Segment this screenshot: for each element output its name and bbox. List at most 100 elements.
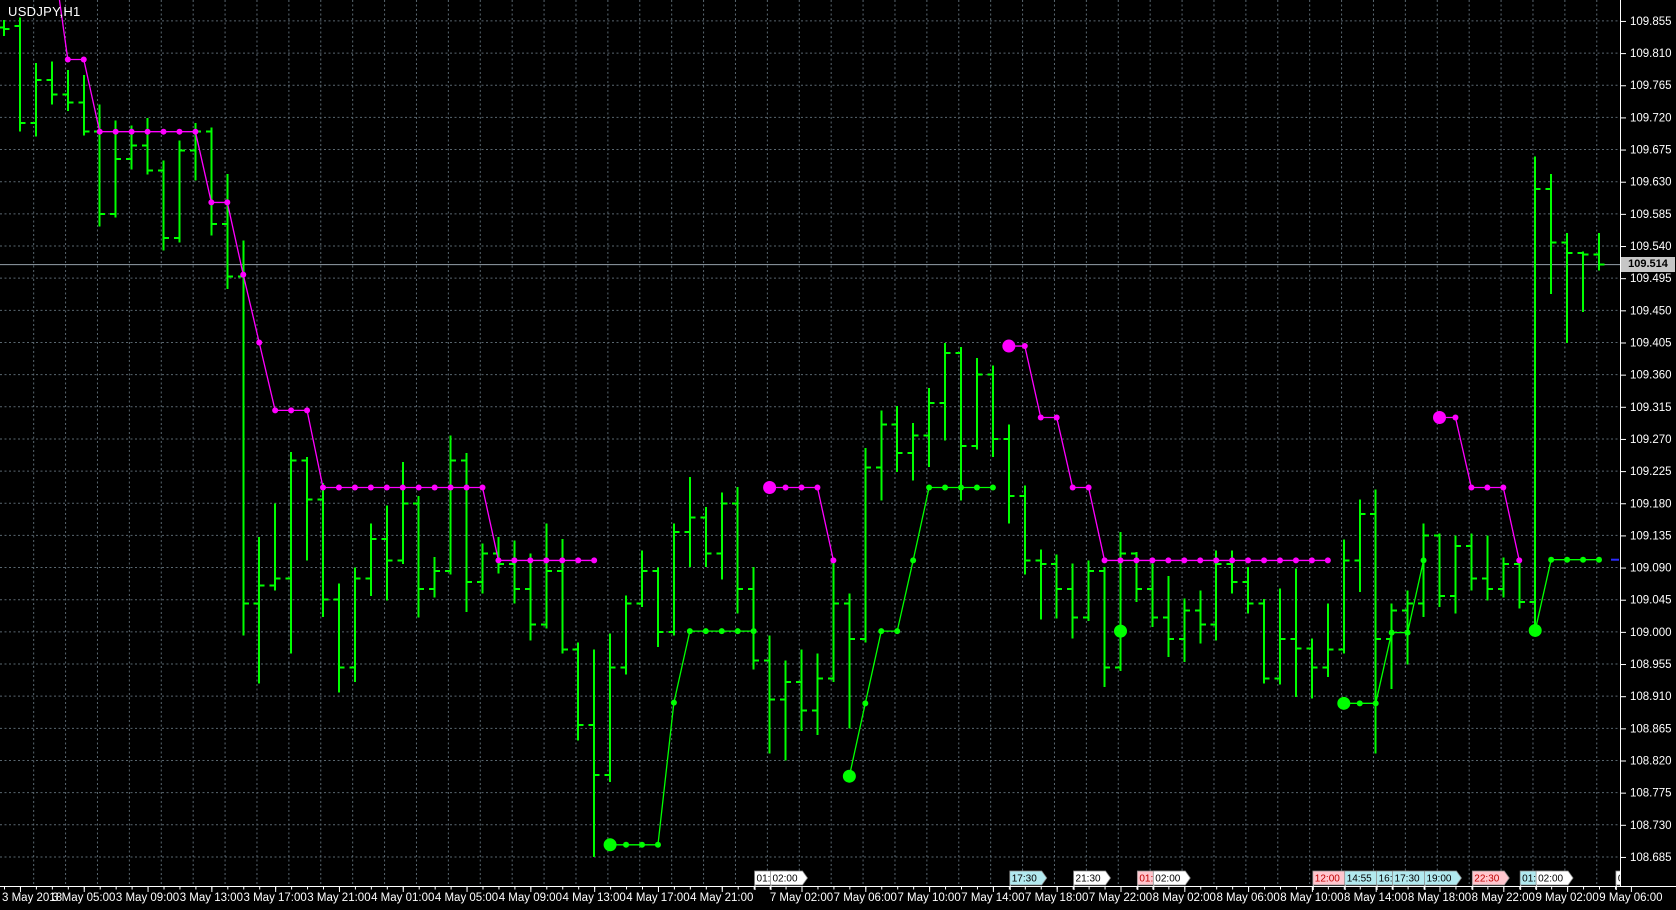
- chart-canvas[interactable]: 01:0002:0017:3021:3001:0002:0012:0014:55…: [0, 0, 1676, 910]
- time-axis-label: 8 May 18:00: [1408, 892, 1471, 904]
- trail-dot: [1564, 557, 1570, 563]
- trail-dot: [671, 700, 677, 706]
- price-axis-label: 108.955: [1630, 659, 1672, 671]
- trail-dot: [1086, 485, 1092, 491]
- trail-dot: [575, 557, 581, 563]
- time-axis-label: 7 May 22:00: [1089, 892, 1152, 904]
- trail-dot: [623, 842, 629, 848]
- trail-dot: [1484, 485, 1490, 491]
- trail-dot: [272, 407, 278, 413]
- trail-dot: [1229, 557, 1235, 563]
- time-axis-label: 7 May 06:00: [834, 892, 897, 904]
- buy-trail-line-signal-dot: [1337, 697, 1350, 710]
- time-axis-label: 8 May 10:00: [1280, 892, 1343, 904]
- trail-dot: [480, 485, 486, 491]
- trail-dot: [894, 628, 900, 634]
- trail-dot: [161, 129, 167, 135]
- trail-dot: [1548, 557, 1554, 563]
- price-axis-label: 109.720: [1630, 112, 1672, 124]
- trail-dot: [1389, 630, 1395, 636]
- time-axis-label: 4 May 17:00: [626, 892, 689, 904]
- price-axis-label: 109.630: [1630, 177, 1672, 189]
- time-axis-label: 4 May 13:00: [563, 892, 626, 904]
- price-axis-label: 108.730: [1630, 820, 1672, 832]
- trail-dot: [1149, 557, 1155, 563]
- price-axis-label: 109.180: [1630, 498, 1672, 510]
- trail-dot: [1165, 557, 1171, 563]
- trail-dot: [735, 628, 741, 634]
- trail-dot: [495, 557, 501, 563]
- price-axis-label: 109.270: [1630, 434, 1672, 446]
- time-axis-label: 4 May 05:00: [435, 892, 498, 904]
- trail-dot: [687, 628, 693, 634]
- trail-dot: [288, 407, 294, 413]
- trail-dot: [1118, 557, 1124, 563]
- trail-dot: [368, 485, 374, 491]
- trail-dot: [384, 485, 390, 491]
- trail-dot: [958, 485, 964, 491]
- trail-dot: [352, 485, 358, 491]
- svg-text:02:00: 02:00: [1155, 874, 1180, 885]
- trail-dot: [81, 57, 87, 63]
- time-axis-label: 8 May 06:00: [1216, 892, 1279, 904]
- trail-dot: [336, 485, 342, 491]
- trail-dot: [1516, 557, 1522, 563]
- price-axis-label: 108.775: [1630, 788, 1672, 800]
- trail-dot: [655, 842, 661, 848]
- time-axis-label: 3 May 21:00: [307, 892, 370, 904]
- trail-dot: [192, 129, 198, 135]
- time-axis-label: 8 May 14:00: [1344, 892, 1407, 904]
- trail-dot: [942, 485, 948, 491]
- sell-trail-line-signal-dot: [1002, 340, 1015, 353]
- trail-dot: [113, 129, 119, 135]
- price-axis-label: 109.135: [1630, 530, 1672, 542]
- svg-text:02:00: 02:00: [1538, 874, 1563, 885]
- trail-dot: [1309, 557, 1315, 563]
- time-axis-label: 9 May 02:00: [1535, 892, 1598, 904]
- price-axis-label: 109.855: [1630, 16, 1672, 28]
- svg-text:21:30: 21:30: [1076, 874, 1101, 885]
- price-axis-label: 109.045: [1630, 595, 1672, 607]
- price-axis-label: 109.540: [1630, 241, 1672, 253]
- trail-dot: [527, 557, 533, 563]
- trail-dot: [400, 485, 406, 491]
- trail-dot: [1133, 557, 1139, 563]
- trail-dot: [145, 129, 151, 135]
- trail-dot: [1070, 485, 1076, 491]
- trail-dot: [799, 485, 805, 491]
- trail-dot: [1022, 343, 1028, 349]
- trail-dot: [719, 628, 725, 634]
- trail-dot: [1054, 415, 1060, 421]
- trail-dot: [814, 485, 820, 491]
- trail-dot: [240, 272, 246, 278]
- trail-dot: [416, 485, 422, 491]
- trail-dot: [1452, 415, 1458, 421]
- trail-dot: [1421, 557, 1427, 563]
- time-axis-label: 7 May 10:00: [897, 892, 960, 904]
- trail-dot: [830, 557, 836, 563]
- time-axis-label: 4 May 21:00: [690, 892, 753, 904]
- trail-dot: [990, 485, 996, 491]
- trail-dot: [591, 557, 597, 563]
- price-axis-label: 109.225: [1630, 466, 1672, 478]
- trail-dot: [1197, 557, 1203, 563]
- buy-trail-line-signal-dot: [843, 770, 856, 783]
- trail-dot: [224, 199, 230, 205]
- trail-dot: [974, 485, 980, 491]
- price-axis-label: 109.000: [1630, 627, 1672, 639]
- time-axis-label: 3 May 13:00: [180, 892, 243, 904]
- trail-dot: [639, 842, 645, 848]
- time-axis-label: 7 May 02:00: [770, 892, 833, 904]
- trail-dot: [703, 628, 709, 634]
- sell-trail-line-signal-dot: [763, 481, 776, 494]
- trail-dot: [1213, 557, 1219, 563]
- trail-dot: [1325, 557, 1331, 563]
- symbol-timeframe-label: USDJPY,H1: [8, 4, 81, 19]
- time-axis-label: 3 May 09:00: [116, 892, 179, 904]
- buy-signal-dot: [1114, 625, 1127, 638]
- trail-dot: [783, 485, 789, 491]
- price-axis-label: 109.675: [1630, 145, 1672, 157]
- trail-dot: [1357, 700, 1363, 706]
- trail-dot: [1261, 557, 1267, 563]
- price-axis-label: 108.820: [1630, 755, 1672, 767]
